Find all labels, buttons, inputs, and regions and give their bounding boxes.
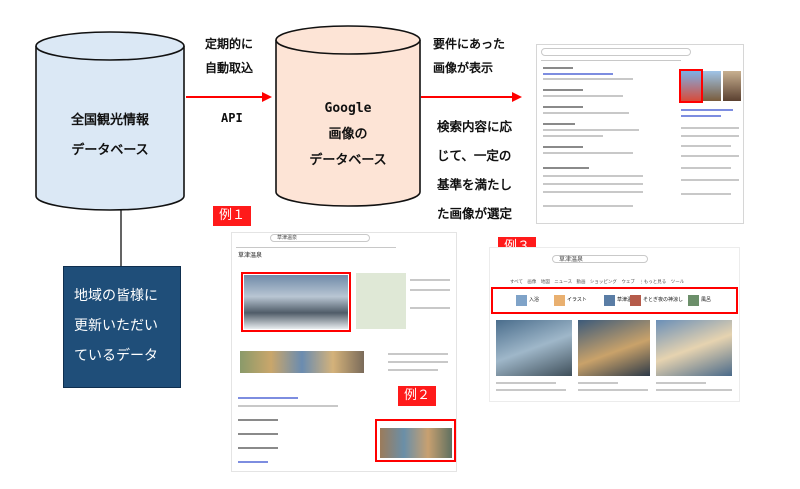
knowledge-photo: [703, 71, 721, 101]
result-photo: [656, 320, 732, 376]
import-label-line-1: 定期的に: [205, 37, 254, 51]
result-line: [543, 135, 603, 137]
result-line: [238, 405, 338, 407]
result-link: [681, 109, 733, 111]
google-db-line-3: データベース: [309, 153, 387, 168]
result-line: [681, 145, 731, 147]
result-line: [681, 167, 731, 169]
result-line: [410, 307, 450, 309]
result-photo: [496, 320, 572, 376]
result-line: [410, 289, 450, 291]
tabs-divider: [541, 60, 681, 61]
result-line: [388, 353, 448, 355]
result-line: [681, 155, 739, 157]
import-label-line-2: 自動取込: [205, 61, 254, 75]
result-line: [238, 447, 278, 449]
result-line: [543, 95, 623, 97]
result-line: [238, 433, 278, 435]
result-line: [656, 389, 732, 391]
search-bar: 草津温泉: [270, 234, 370, 242]
api-label: API: [221, 111, 243, 125]
result-link: [238, 397, 298, 399]
result-line: [543, 129, 639, 131]
google-db-line-1: Google: [324, 101, 372, 116]
selected-image-frame: [679, 69, 703, 103]
example-2-tag: 例２: [398, 386, 437, 406]
display-label: 要件にあった 画像が表示: [433, 32, 505, 80]
selection-description: 検索内容に応 じて、一定の 基準を満たし た画像が選定: [437, 112, 512, 228]
import-arrow: [186, 92, 272, 102]
result-line: [578, 389, 648, 391]
result-link: [543, 73, 613, 75]
result-line: [543, 191, 643, 193]
search-result-screenshot-top: [536, 44, 744, 224]
source-db-line-2: データベース: [71, 143, 149, 158]
result-line: [543, 112, 629, 114]
display-arrow: [421, 92, 522, 102]
selection-line-3: 基準を満たし: [437, 177, 513, 192]
local-data-line-3: ているデータ: [74, 348, 158, 364]
display-label-line-2: 画像が表示: [433, 61, 494, 75]
search-tabs: すべて 画像 地図 ニュース 動画 ショッピング ウェブ ⋮もっと見る ツール: [510, 280, 685, 285]
result-line: [681, 179, 739, 181]
tabs-divider: [236, 247, 396, 248]
search-bar: [541, 48, 691, 56]
example-3-frame: [491, 287, 738, 314]
result-line: [543, 78, 633, 80]
result-line: [238, 419, 278, 421]
search-bar: 草津温泉: [552, 255, 648, 263]
selection-line-1: 検索内容に応: [437, 119, 513, 134]
result-line: [543, 106, 583, 108]
selection-line-2: じて、一定の: [437, 148, 512, 163]
result-line: [543, 146, 583, 148]
local-data-line-1: 地域の皆様に: [74, 288, 158, 304]
result-line: [388, 361, 448, 363]
result-link: [681, 115, 721, 117]
display-label-line-1: 要件にあった: [433, 37, 506, 51]
result-line: [578, 382, 618, 384]
result-line: [543, 152, 633, 154]
result-line: [543, 123, 575, 125]
result-line: [656, 382, 706, 384]
result-line: [681, 127, 739, 129]
map-area: [356, 273, 406, 329]
result-line: [681, 193, 731, 195]
result-link: [238, 461, 268, 463]
example-2-frame: [375, 419, 456, 462]
local-data-box: 地域の皆様に 更新いただい ているデータ: [63, 266, 181, 388]
local-data-line-2: 更新いただい: [74, 318, 158, 334]
result-line: [496, 382, 556, 384]
result-title: 草津温泉: [238, 252, 263, 259]
example-1-tag: 例１: [213, 206, 252, 226]
result-line: [543, 183, 643, 185]
import-label: 定期的に 自動取込: [205, 32, 253, 80]
result-line: [543, 167, 589, 169]
knowledge-photo: [723, 71, 741, 101]
selected-image-frame: [241, 272, 351, 332]
result-line: [681, 135, 739, 137]
source-database-label: 全国観光情報 データベース: [40, 106, 180, 166]
result-photo: [578, 320, 650, 376]
source-db-line-1: 全国観光情報: [70, 113, 149, 128]
result-line: [543, 67, 573, 69]
search-result-screenshot-example-3: 草津温泉 すべて 画像 地図 ニュース 動画 ショッピング ウェブ ⋮もっと見る…: [489, 247, 740, 402]
result-line: [496, 389, 566, 391]
result-line: [543, 89, 583, 91]
selection-line-4: た画像が選定: [437, 206, 513, 221]
google-db-line-2: 画像の: [328, 127, 368, 142]
result-line: [388, 369, 438, 371]
google-database-label: Google 画像の データベース: [278, 96, 418, 174]
result-line: [543, 205, 633, 207]
result-line: [410, 279, 450, 281]
result-line: [543, 175, 643, 177]
image-strip: [240, 351, 364, 373]
